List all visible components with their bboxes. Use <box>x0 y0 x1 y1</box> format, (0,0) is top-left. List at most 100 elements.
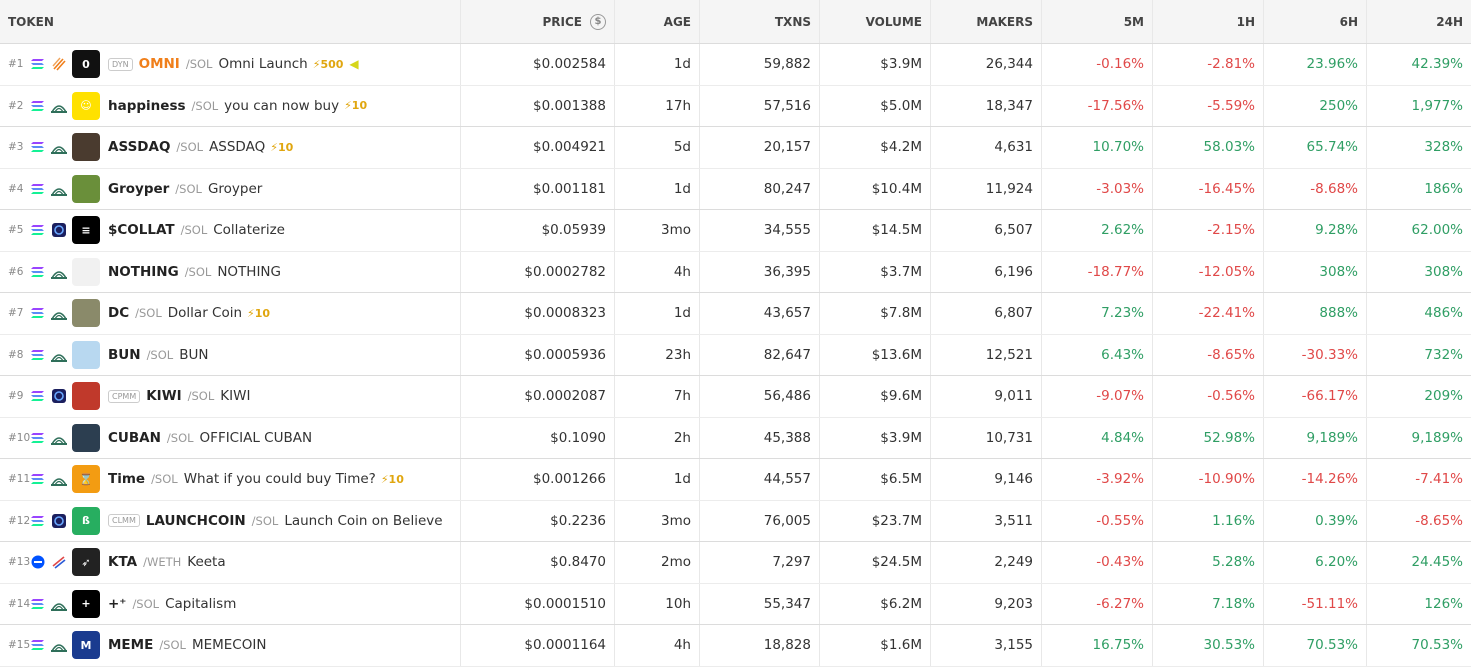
txns-value: 36,395 <box>763 263 811 280</box>
makers-cell: 2,249 <box>931 542 1042 583</box>
table-row[interactable]: #13 ➶ KTA/WETH Keeta $0.8470 2mo 7,297 $24.5M 2,… <box>0 542 1471 584</box>
price-value: $0.0005936 <box>524 346 606 363</box>
table-row[interactable]: #10 CUBAN/SOL OFFICIAL CUBAN $0.1090 2h 45,38… <box>0 417 1471 459</box>
solana-icon <box>30 264 46 280</box>
token-cell[interactable]: #9 CPMM KIWI/SOL KIWI <box>0 376 461 417</box>
header-volume[interactable]: VOLUME <box>820 0 931 43</box>
header-5m[interactable]: 5M <box>1042 0 1153 43</box>
rank-label: #6 <box>8 265 24 278</box>
txns-value: 44,557 <box>763 471 811 488</box>
change-5m-value: 2.62% <box>1101 222 1144 239</box>
header-6h[interactable]: 6H <box>1264 0 1367 43</box>
kiwi-logo <box>72 382 100 411</box>
change-5m-cell: -9.07% <box>1042 376 1153 417</box>
header-txns[interactable]: TXNS <box>700 0 820 43</box>
token-cell[interactable]: #15 M MEME/SOL MEMECOIN <box>0 625 461 666</box>
table-row[interactable]: #14 + +⁺ /SOL Capitalism $0.0001510 10h 55,347 $… <box>0 583 1471 625</box>
age-value: 2mo <box>661 554 691 571</box>
token-cell[interactable]: #10 CUBAN/SOL OFFICIAL CUBAN <box>0 417 461 458</box>
change-1h-cell: 5.28% <box>1153 542 1264 583</box>
age-value: 1d <box>673 56 691 73</box>
age-value: 3mo <box>661 222 691 239</box>
token-cell[interactable]: #7 DC/SOL Dollar Coin ⚡10 <box>0 293 461 334</box>
currency-toggle-icon[interactable]: $ <box>590 13 606 30</box>
change-1h-value: 30.53% <box>1203 637 1255 654</box>
makers-value: 3,155 <box>994 637 1033 654</box>
table-row[interactable]: #3 ASSDAQ/SOL ASSDAQ ⚡10 $0.004921 5d 20,157 $4… <box>0 127 1471 169</box>
change-6h-cell: 308% <box>1264 251 1367 292</box>
price-cell: $0.001266 <box>461 459 615 500</box>
price-value: $0.2236 <box>550 512 606 529</box>
age-value: 5d <box>673 139 691 156</box>
change-5m-cell: -0.43% <box>1042 542 1153 583</box>
change-24h-value: 486% <box>1424 305 1463 322</box>
change-1h-value: -16.45% <box>1198 180 1255 197</box>
makers-value: 6,196 <box>994 263 1033 280</box>
makers-value: 18,347 <box>985 97 1033 114</box>
table-row[interactable]: #9 CPMM KIWI/SOL KIWI $0.0002087 7h 56,486 $9.6… <box>0 376 1471 418</box>
pumpswap-icon <box>50 636 68 654</box>
change-1h-cell: 1.16% <box>1153 500 1264 541</box>
volume-cell: $6.5M <box>820 459 931 500</box>
txns-cell: 18,828 <box>700 625 820 666</box>
token-cell[interactable]: #12 ß CLMM LAUNCHCOIN/SOL Launch Coin on Bel… <box>0 500 461 541</box>
volume-cell: $5.0M <box>820 85 931 126</box>
table-row[interactable]: #15 M MEME/SOL MEMECOIN $0.0001164 4h 18,828 $1… <box>0 625 1471 667</box>
rank-label: #2 <box>8 99 24 112</box>
change-6h-cell: 65.74% <box>1264 127 1367 168</box>
token-cell[interactable]: #6 NOTHING/SOL NOTHING <box>0 251 461 292</box>
token-cell[interactable]: #2 ☺ happiness/SOL you can now buy ⚡10 <box>0 85 461 126</box>
txns-value: 34,555 <box>763 222 811 239</box>
quote-token: /SOL <box>135 306 162 321</box>
aerodrome-icon <box>50 553 68 571</box>
token-cell[interactable]: #13 ➶ KTA/WETH Keeta <box>0 542 461 583</box>
token-name: Launch Coin on Believe <box>284 512 443 529</box>
price-value: $0.0001164 <box>524 637 606 654</box>
volume-value: $3.9M <box>880 56 922 73</box>
age-cell: 2mo <box>615 542 700 583</box>
volume-cell: $1.6M <box>820 625 931 666</box>
token-cell[interactable]: #1 0 DYN OMNI/SOL Omni Launch ⚡500 ◀ <box>0 44 461 85</box>
table-row[interactable]: #11 ⌛ Time/SOL What if you could buy Time? ⚡… <box>0 459 1471 501</box>
token-cell[interactable]: #14 + +⁺ /SOL Capitalism <box>0 583 461 624</box>
change-5m-value: -3.03% <box>1096 180 1144 197</box>
rank-label: #11 <box>8 473 31 486</box>
token-cell[interactable]: #3 ASSDAQ/SOL ASSDAQ ⚡10 <box>0 127 461 168</box>
volume-cell: $4.2M <box>820 127 931 168</box>
change-1h-value: 7.18% <box>1212 595 1255 612</box>
table-row[interactable]: #1 0 DYN OMNI/SOL Omni Launch ⚡500 ◀ $0.002584 1… <box>0 44 1471 86</box>
table-row[interactable]: #4 Groyper/SOL Groyper $0.001181 1d 80,247 $10… <box>0 168 1471 210</box>
txns-value: 59,882 <box>763 56 811 73</box>
table-row[interactable]: #12 ß CLMM LAUNCHCOIN/SOL Launch Coin on Bel… <box>0 500 1471 542</box>
table-row[interactable]: #6 NOTHING/SOL NOTHING $0.0002782 4h 36,395 $3… <box>0 251 1471 293</box>
header-1h[interactable]: 1H <box>1153 0 1264 43</box>
price-value: $0.001266 <box>532 471 606 488</box>
token-cell[interactable]: #8 BUN/SOL BUN <box>0 334 461 375</box>
pumpswap-icon <box>50 346 68 364</box>
token-cell[interactable]: #4 Groyper/SOL Groyper <box>0 168 461 209</box>
volume-cell: $10.4M <box>820 168 931 209</box>
header-makers[interactable]: MAKERS <box>931 0 1042 43</box>
solana-icon <box>30 139 46 155</box>
txns-cell: 45,388 <box>700 417 820 458</box>
table-row[interactable]: #5 ≡ $COLLAT/SOL Collaterize $0.05939 3mo 34,5… <box>0 210 1471 252</box>
table-row[interactable]: #8 BUN/SOL BUN $0.0005936 23h 82,647 $13.6M 12,… <box>0 334 1471 376</box>
solana-icon <box>30 222 46 238</box>
table-row[interactable]: #2 ☺ happiness/SOL you can now buy ⚡10 $0.001… <box>0 85 1471 127</box>
header-age[interactable]: AGE <box>615 0 700 43</box>
token-cell[interactable]: #5 ≡ $COLLAT/SOL Collaterize <box>0 210 461 251</box>
assdaq-logo <box>72 133 100 162</box>
header-24h[interactable]: 24H <box>1367 0 1471 43</box>
change-24h-value: 126% <box>1424 595 1463 612</box>
volume-value: $7.8M <box>880 305 922 322</box>
rank-label: #8 <box>8 348 24 361</box>
table-row[interactable]: #7 DC/SOL Dollar Coin ⚡10 $0.0008323 1d 43,657… <box>0 293 1471 335</box>
change-1h-value: -5.59% <box>1207 97 1255 114</box>
change-24h-value: 308% <box>1424 263 1463 280</box>
solana-icon <box>30 388 46 404</box>
volume-value: $3.7M <box>880 263 922 280</box>
token-cell[interactable]: #11 ⌛ Time/SOL What if you could buy Time? ⚡… <box>0 459 461 500</box>
header-price[interactable]: PRICE $ <box>461 0 615 43</box>
header-token[interactable]: TOKEN <box>0 0 461 43</box>
age-value: 1d <box>673 180 691 197</box>
